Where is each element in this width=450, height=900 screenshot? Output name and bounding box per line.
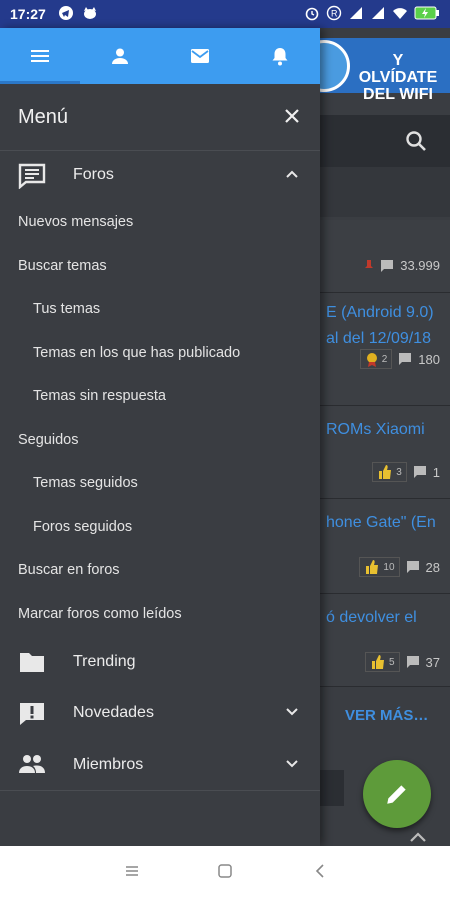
status-bar: 17:27 R <box>0 0 450 28</box>
menu-item-buscar-en-foros[interactable]: Buscar en foros <box>18 562 120 578</box>
person-icon <box>112 48 128 64</box>
reaction-badge: 3 <box>372 462 407 482</box>
drawer-divider <box>0 790 320 791</box>
menu-item-temas-seguidos[interactable]: Temas seguidos <box>33 475 138 491</box>
compose-fab[interactable] <box>363 760 431 828</box>
close-icon[interactable] <box>282 106 302 126</box>
folder-icon <box>20 653 44 672</box>
thread-card[interactable]: hone Gate" (En 10 28 <box>320 499 450 594</box>
chat-icon <box>18 163 46 189</box>
tab-menu[interactable] <box>0 28 80 84</box>
people-icon <box>19 755 45 773</box>
tab-account[interactable] <box>80 28 160 84</box>
bell-icon <box>272 48 288 66</box>
tab-messages[interactable] <box>160 28 240 84</box>
section-miembros[interactable]: Miembros <box>0 741 320 791</box>
reply-count: 33.999 <box>400 258 440 273</box>
menu-item-temas-sin-respuesta[interactable]: Temas sin respuesta <box>33 388 166 404</box>
cat-icon <box>84 7 96 19</box>
chevron-down-icon[interactable] <box>284 756 300 772</box>
pin-icon <box>365 259 374 268</box>
section-foros[interactable]: Foros <box>0 151 320 201</box>
system-nav-bar <box>0 846 450 900</box>
registered-icon: R <box>326 5 342 21</box>
page-toolbar <box>320 115 450 167</box>
section-trending[interactable]: Trending <box>0 638 320 688</box>
navigation-drawer: Menú Foros Nuevos mensajes Buscar temas … <box>0 28 320 846</box>
comment-icon <box>381 259 394 272</box>
thumbs-up-icon <box>366 560 379 574</box>
reaction-badge: 2 <box>359 349 393 369</box>
thumbs-up-icon <box>371 655 384 669</box>
reply-count: 37 <box>425 654 440 670</box>
comment-icon <box>406 656 419 668</box>
thread-title: ó devolver el <box>326 609 417 626</box>
section-label: Miembros <box>73 756 144 773</box>
menu-item-nuevos-mensajes[interactable]: Nuevos mensajes <box>18 214 133 230</box>
mail-icon <box>191 49 209 63</box>
drawer-tabs <box>0 28 320 84</box>
search-icon[interactable] <box>404 129 428 153</box>
thread-title: E (Android 9.0) <box>326 304 434 321</box>
thread-card[interactable]: E (Android 9.0) al del 12/09/18 2 180 <box>320 293 450 406</box>
reply-count: 1 <box>432 464 440 480</box>
ad-banner-badge <box>320 40 350 92</box>
thread-title: hone Gate" (En <box>326 514 436 531</box>
thumbs-up-icon <box>379 465 392 479</box>
menu-item-temas-publicado[interactable]: Temas en los que has publicado <box>33 345 240 361</box>
pencil-icon <box>387 785 406 804</box>
feedback-icon <box>20 703 44 725</box>
signal-icon <box>350 7 362 19</box>
chevron-down-icon[interactable] <box>284 704 300 720</box>
alarm-icon <box>305 7 319 21</box>
reply-count: 180 <box>418 351 440 367</box>
ad-banner-text: Y OLVÍDATE DEL WIFI <box>358 52 438 103</box>
menu-item-buscar-temas[interactable]: Buscar temas <box>18 258 107 274</box>
thread-title: ROMs Xiaomi <box>326 421 425 438</box>
thread-card[interactable]: ROMs Xiaomi 3 1 <box>320 406 450 499</box>
home-square-icon[interactable] <box>217 863 233 879</box>
menu-header: Menú <box>0 84 320 151</box>
comment-icon <box>399 353 412 365</box>
menu-item-seguidos[interactable]: Seguidos <box>18 432 78 448</box>
thread-card[interactable]: ó devolver el 5 37 <box>320 594 450 687</box>
signal-icon <box>372 7 384 19</box>
menu-item-marcar-leidos[interactable]: Marcar foros como leídos <box>18 606 182 622</box>
section-label: Trending <box>73 653 136 670</box>
svg-text:R: R <box>331 9 338 19</box>
thread-title-line2: al del 12/09/18 <box>326 330 431 347</box>
comment-icon <box>406 561 419 573</box>
scroll-top-chevron-icon[interactable] <box>408 830 428 844</box>
menu-item-tus-temas[interactable]: Tus temas <box>33 301 100 317</box>
comment-icon <box>413 466 426 478</box>
reaction-badge: 5 <box>364 652 400 672</box>
ad-banner[interactable]: Y OLVÍDATE DEL WIFI <box>320 38 450 103</box>
section-label: Foros <box>73 166 114 183</box>
ver-mas-link[interactable]: VER MÁS… <box>345 707 428 724</box>
medal-icon <box>366 353 377 367</box>
section-novedades[interactable]: Novedades <box>0 689 320 739</box>
status-time: 17:27 <box>10 6 46 22</box>
reaction-badge: 10 <box>359 557 400 577</box>
reply-count: 28 <box>425 559 440 575</box>
page-subheader <box>320 167 450 217</box>
wifi-icon <box>393 8 407 19</box>
menu-item-foros-seguidos[interactable]: Foros seguidos <box>33 519 132 535</box>
compose-input[interactable] <box>320 770 344 806</box>
tab-alerts[interactable] <box>240 28 320 84</box>
battery-charging-icon <box>414 6 439 20</box>
chevron-up-icon[interactable] <box>284 166 300 182</box>
telegram-icon <box>59 6 73 20</box>
menu-title: Menú <box>18 106 69 128</box>
background-page: Y OLVÍDATE DEL WIFI 33.999 E (Android 9.… <box>320 28 450 846</box>
section-label: Novedades <box>73 704 154 721</box>
back-chevron-icon[interactable] <box>312 863 328 879</box>
thread-card[interactable]: 33.999 <box>320 220 450 293</box>
recents-menu-icon[interactable] <box>124 863 140 879</box>
menu-icon <box>31 50 49 62</box>
